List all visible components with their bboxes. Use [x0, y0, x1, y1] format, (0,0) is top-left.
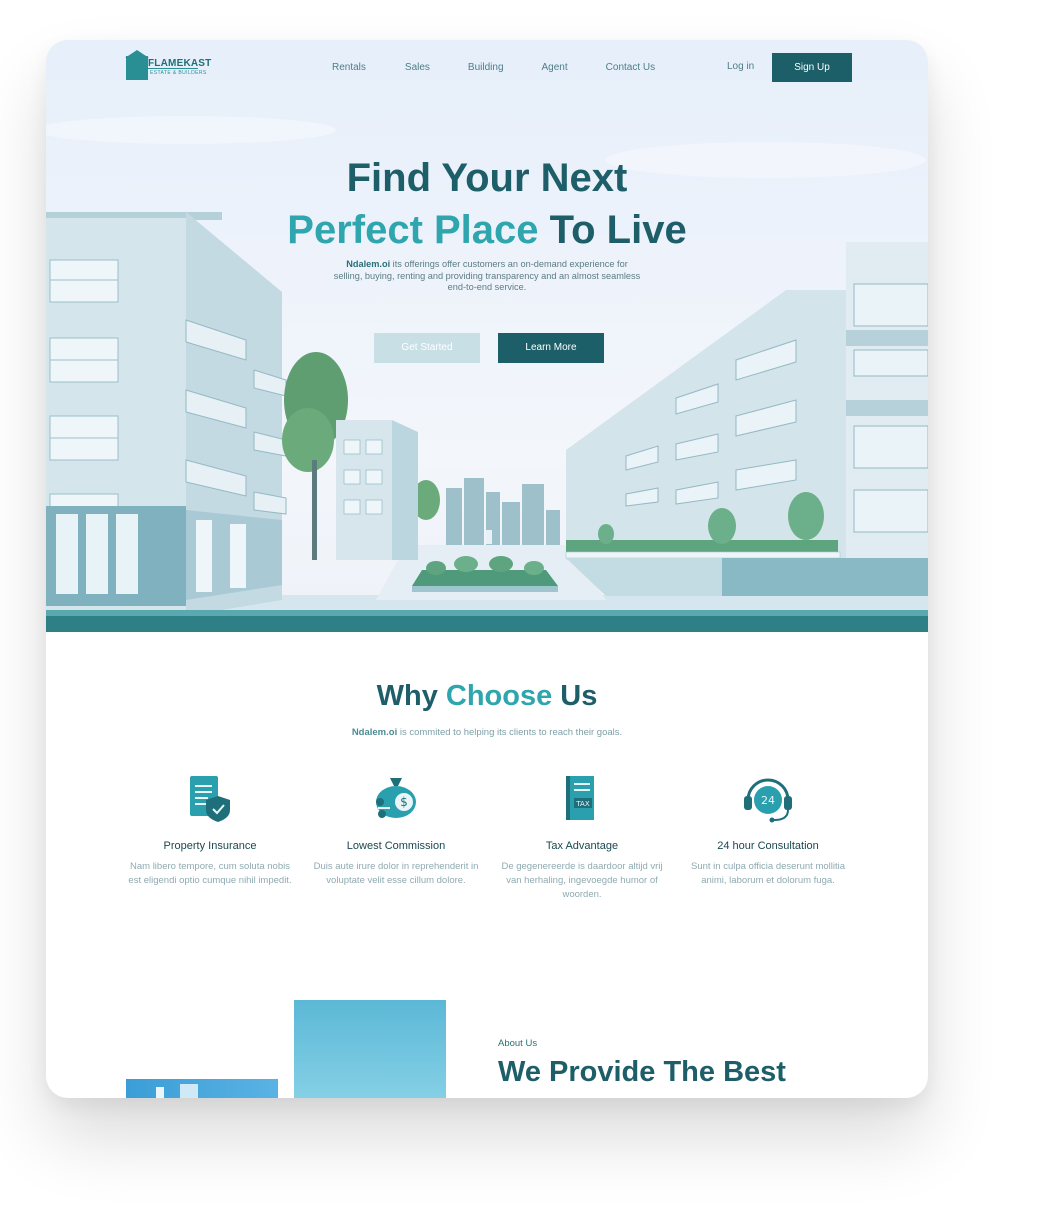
get-started-button[interactable]: Get Started	[374, 333, 480, 363]
why-subtitle-brand: Ndalem.oi	[351, 727, 398, 738]
nav-link-sales[interactable]: Sales	[405, 62, 430, 73]
hero-section: FLAMEKAST ESTATE & BUILDERS Rentals Sale…	[46, 40, 928, 632]
headset-24-icon: 24	[740, 772, 796, 828]
brand-tagline: ESTATE & BUILDERS	[150, 70, 207, 76]
svg-text:$: $	[400, 795, 408, 809]
feature-description: Nam libero tempore, cum soluta nobis est…	[128, 861, 292, 886]
feature-title: Lowest Commission	[346, 840, 446, 852]
why-subtitle: Ndalem.oi is commited to helping its cli…	[46, 727, 928, 738]
house-logo-icon	[125, 50, 149, 80]
nav-link-rentals[interactable]: Rentals	[332, 62, 366, 73]
feature-property-insurance: Property Insurance Nam libero tempore, c…	[120, 772, 300, 886]
hero-title: Find Your Next Perfect Place To Live	[46, 152, 928, 256]
why-choose-title: Why Choose Us	[46, 680, 928, 713]
why-title-accent: Choose	[445, 680, 553, 712]
feature-title: 24 hour Consultation	[717, 840, 819, 852]
feature-description: Duis aute irure dolor in reprehenderit i…	[313, 861, 479, 886]
feature-lowest-commission: $ Lowest Commission Duis aute irure dolo…	[306, 772, 486, 886]
feature-description: Sunt in culpa officia deserunt mollitia …	[690, 861, 846, 886]
top-nav: FLAMEKAST ESTATE & BUILDERS Rentals Sale…	[46, 40, 928, 110]
feature-description: De gegenereerde is daardoor altijd vrij …	[501, 861, 663, 900]
why-subtitle-text: is commited to helping its clients to re…	[397, 727, 623, 738]
about-image-secondary	[126, 1079, 278, 1098]
tax-document-icon: TAX	[554, 772, 610, 828]
money-bag-icon: $	[368, 772, 424, 828]
hero-title-rest: To Live	[538, 208, 687, 252]
feature-title: Property Insurance	[163, 840, 257, 852]
feature-24-hour-consultation: 24 24 hour Consultation Sunt in culpa of…	[678, 772, 858, 886]
nav-link-agent[interactable]: Agent	[542, 62, 568, 73]
insurance-document-icon	[182, 772, 238, 828]
brand-logo[interactable]: FLAMEKAST ESTATE & BUILDERS	[125, 50, 211, 80]
why-title-pre: Why	[376, 680, 446, 712]
about-kicker: About Us	[498, 1038, 538, 1049]
nav-link-building[interactable]: Building	[468, 62, 504, 73]
logo-divider	[148, 68, 198, 69]
landing-page-card: FLAMEKAST ESTATE & BUILDERS Rentals Sale…	[46, 40, 928, 1098]
about-image-main	[294, 1000, 446, 1098]
nav-links: Rentals Sales Building Agent Contact Us	[332, 62, 655, 73]
about-title: We Provide The Best	[498, 1056, 786, 1088]
nav-link-contact[interactable]: Contact Us	[606, 62, 655, 73]
signup-button[interactable]: Sign Up	[772, 53, 852, 82]
hero-title-line1: Find Your Next	[346, 156, 628, 200]
learn-more-button[interactable]: Learn More	[498, 333, 604, 363]
hero-base-strip	[46, 610, 928, 632]
hero-description-brand: Ndalem.oi	[346, 259, 391, 269]
why-title-post: Us	[552, 680, 598, 712]
login-link[interactable]: Log in	[727, 61, 754, 72]
svg-text:TAX: TAX	[575, 800, 590, 808]
hero-description: Ndalem.oi its offerings offer customers …	[332, 259, 642, 294]
feature-title: Tax Advantage	[545, 840, 619, 852]
feature-tax-advantage: TAX Tax Advantage De gegenereerde is daa…	[492, 772, 672, 900]
hero-title-accent: Perfect Place	[287, 208, 539, 252]
svg-text:24: 24	[761, 794, 775, 807]
city-illustration	[46, 116, 928, 625]
